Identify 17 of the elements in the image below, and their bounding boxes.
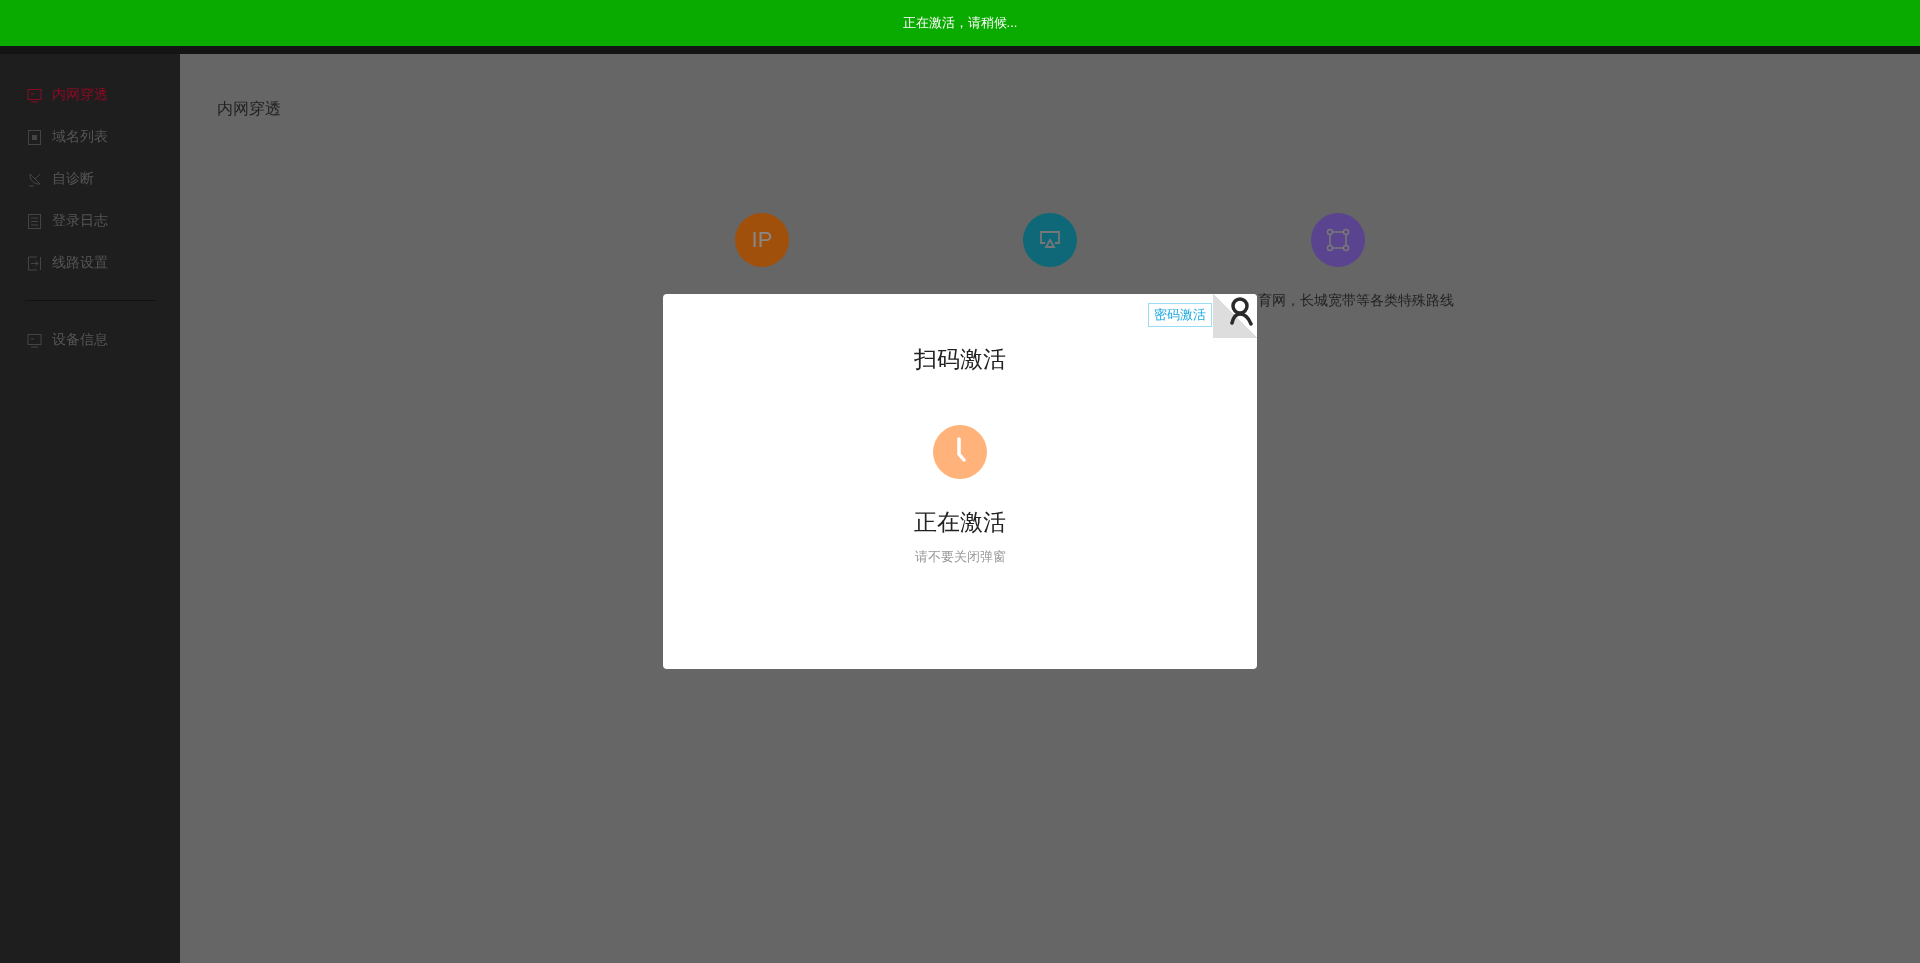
sidebar-item[interactable]: 内网穿透 xyxy=(0,74,180,116)
monitor-icon xyxy=(27,332,42,348)
hint-text: 请不要关闭弹窗 xyxy=(914,548,1006,566)
banner-message: 正在激活，请稍候... xyxy=(902,14,1018,32)
user-icon[interactable] xyxy=(1229,296,1255,326)
document-icon xyxy=(27,213,42,229)
satellite-dish-icon xyxy=(27,171,42,187)
list-icon xyxy=(27,129,42,145)
ip-badge-icon: IP xyxy=(735,213,789,267)
exit-icon xyxy=(27,255,42,271)
clock-icon xyxy=(933,425,987,479)
page-title: 内网穿透 xyxy=(217,99,282,119)
password-activation-link[interactable]: 密码激活 xyxy=(1148,303,1212,327)
monitor-icon xyxy=(27,87,42,103)
status-text: 正在激活 xyxy=(914,508,1006,537)
dialog-title: 扫码激活 xyxy=(914,345,1006,374)
feature-description: 育网，长城宽带等各类特殊路线 xyxy=(1258,292,1454,310)
